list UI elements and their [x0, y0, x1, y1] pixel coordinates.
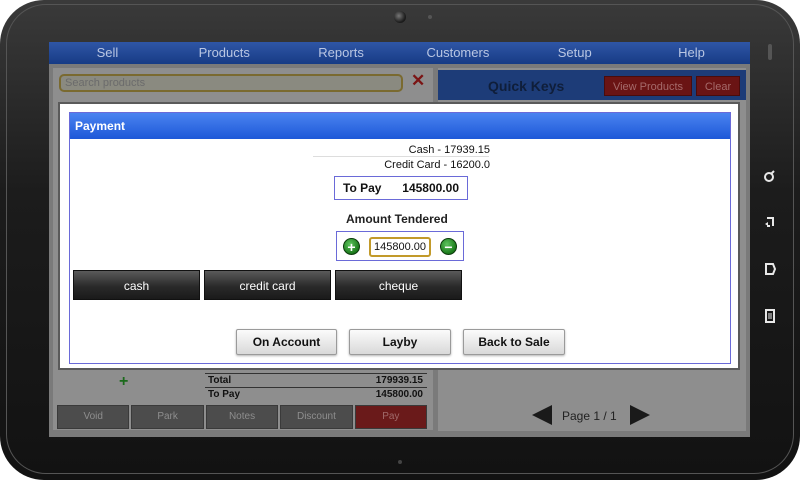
amount-input[interactable]: 145800.00	[369, 237, 431, 257]
close-icon[interactable]: ✕	[411, 71, 425, 91]
cheque-button[interactable]: cheque	[335, 270, 462, 300]
total-label: Total	[208, 375, 232, 386]
notes-button[interactable]: Notes	[205, 405, 279, 429]
minus-icon[interactable]: −	[440, 238, 457, 255]
total-value: 179939.15	[375, 375, 423, 386]
search-icon[interactable]	[760, 168, 780, 188]
payment-dialog-body: Payment Cash - 17939.15 Credit Card - 16…	[69, 112, 731, 364]
quick-keys-header: Quick Keys View Products Clear	[438, 70, 746, 100]
totals-area: + Total 179939.15 To Pay 145800.00	[53, 372, 433, 406]
amount-tendered-label: Amount Tendered	[346, 212, 448, 226]
menu-sell[interactable]: Sell	[49, 42, 166, 64]
payment-cash-line: Cash - 17939.15	[408, 144, 490, 156]
divider	[205, 387, 427, 388]
pay-button[interactable]: Pay	[354, 405, 428, 429]
payment-dialog: Payment Cash - 17939.15 Credit Card - 16…	[58, 102, 740, 370]
park-button[interactable]: Park	[131, 405, 204, 429]
power-slot	[768, 44, 772, 60]
to-pay-value: 145800.00	[375, 389, 423, 400]
layby-button[interactable]: Layby	[349, 329, 451, 355]
back-icon[interactable]	[760, 214, 780, 234]
divider	[205, 373, 427, 374]
credit-card-button[interactable]: credit card	[204, 270, 331, 300]
menu-help[interactable]: Help	[633, 42, 750, 64]
payment-credit-card-line: Credit Card - 16200.0	[384, 159, 490, 171]
camera-icon	[394, 11, 406, 23]
plus-icon[interactable]: +	[343, 238, 360, 255]
quick-keys-title: Quick Keys	[488, 78, 565, 94]
page-label: Page 1 / 1	[562, 409, 617, 423]
to-pay-label: To Pay	[208, 389, 241, 400]
chevron-right-icon[interactable]	[630, 405, 650, 425]
clear-button[interactable]: Clear	[696, 76, 740, 96]
sale-actions: Void Park Notes Discount Pay	[53, 405, 428, 429]
dialog-title: Payment	[70, 113, 730, 139]
amount-stepper: + 145800.00 −	[336, 231, 464, 261]
top-menubar: Sell Products Reports Customers Setup He…	[49, 42, 750, 64]
on-account-button[interactable]: On Account	[236, 329, 337, 355]
menu-products[interactable]: Products	[166, 42, 283, 64]
back-to-sale-button[interactable]: Back to Sale	[463, 329, 565, 355]
menu-icon[interactable]	[760, 308, 780, 328]
menu-reports[interactable]: Reports	[283, 42, 400, 64]
menu-customers[interactable]: Customers	[399, 42, 516, 64]
to-pay-box: To Pay 145800.00	[334, 176, 468, 200]
bottom-indicator	[398, 460, 402, 464]
plus-icon[interactable]: +	[119, 373, 128, 391]
to-pay-value: 145800.00	[402, 181, 459, 195]
cash-button[interactable]: cash	[73, 270, 200, 300]
void-button[interactable]: Void	[57, 405, 130, 429]
discount-button[interactable]: Discount	[280, 405, 353, 429]
to-pay-label: To Pay	[343, 181, 382, 195]
sensor-icon	[428, 15, 432, 19]
chevron-left-icon[interactable]	[532, 405, 552, 425]
view-products-button[interactable]: View Products	[604, 76, 692, 96]
search-input[interactable]: Search products	[59, 74, 403, 92]
pager: Page 1 / 1	[438, 403, 746, 431]
home-icon[interactable]	[760, 261, 780, 281]
divider	[313, 156, 489, 157]
menu-setup[interactable]: Setup	[516, 42, 633, 64]
